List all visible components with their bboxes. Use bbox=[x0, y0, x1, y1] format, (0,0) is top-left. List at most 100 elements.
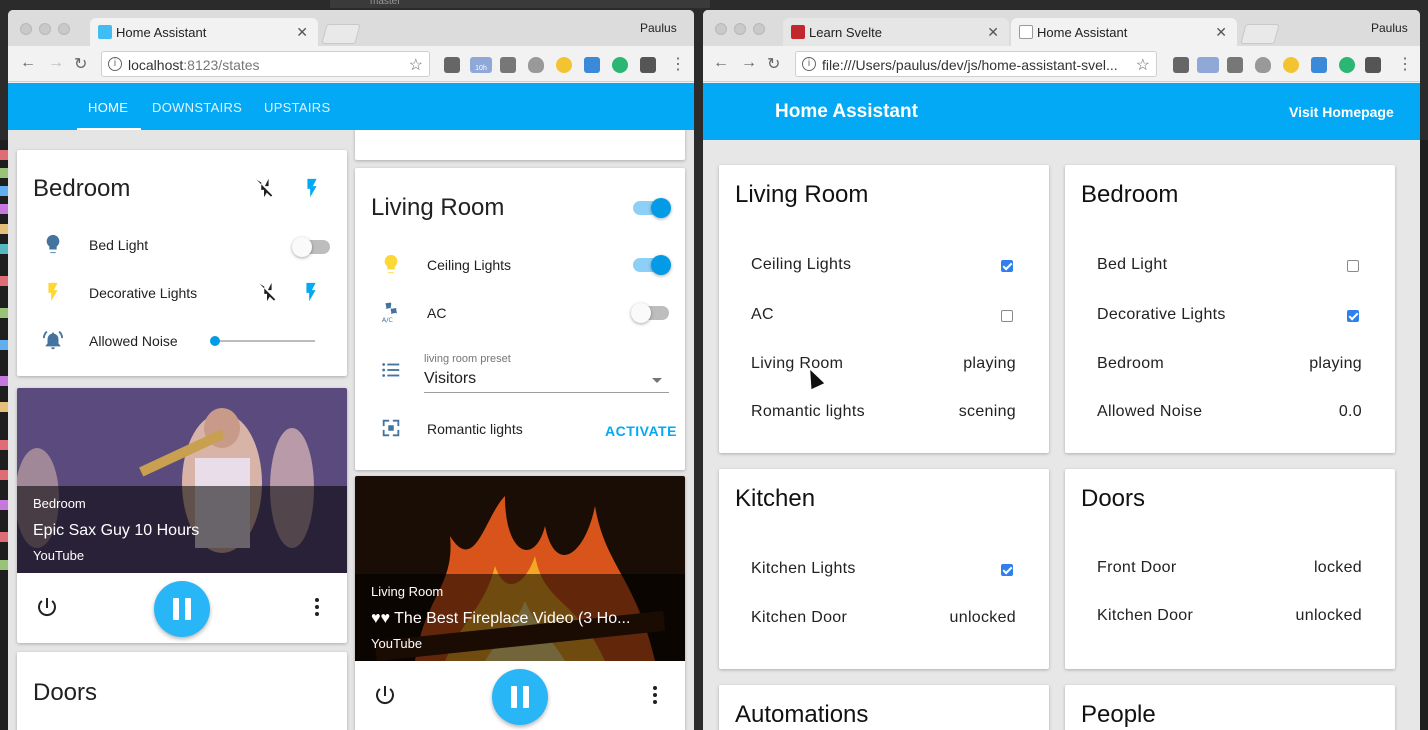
ac-label: AC bbox=[427, 305, 447, 321]
flash-on-icon[interactable] bbox=[300, 281, 322, 303]
ceiling-lights-label: Ceiling Lights bbox=[427, 257, 512, 273]
living-room-media-state: playing bbox=[963, 355, 1016, 372]
more-vert-icon[interactable] bbox=[643, 683, 667, 707]
left-browser-window: Home Assistant ✕ Paulus ← → ↻ i localhos… bbox=[8, 10, 694, 730]
media-title: ♥♥ The Best Fireplace Video (3 Ho... bbox=[371, 610, 631, 627]
window-controls[interactable] bbox=[715, 22, 772, 40]
document-favicon-icon bbox=[1019, 25, 1033, 39]
allowed-noise-slider[interactable] bbox=[214, 340, 315, 342]
visit-homepage-link[interactable]: Visit Homepage bbox=[1289, 104, 1394, 120]
svg-text:A/C: A/C bbox=[382, 316, 394, 323]
ac-toggle[interactable] bbox=[631, 303, 669, 323]
kitchen-lights-checkbox[interactable] bbox=[1001, 564, 1013, 576]
bookmark-star-icon[interactable]: ☆ bbox=[409, 55, 423, 75]
dropdown-caret-icon[interactable] bbox=[652, 378, 662, 383]
lightbulb-icon bbox=[46, 234, 60, 254]
bed-light-toggle[interactable] bbox=[292, 237, 330, 257]
reload-icon[interactable]: ↻ bbox=[74, 54, 87, 74]
close-tab-icon[interactable]: ✕ bbox=[987, 24, 999, 41]
flash-off-icon[interactable] bbox=[253, 177, 275, 199]
flash-on-icon[interactable] bbox=[301, 177, 323, 199]
allowed-noise-label: Allowed Noise bbox=[1097, 403, 1203, 420]
tab-learn-svelte[interactable]: Learn Svelte ✕ bbox=[783, 18, 1009, 46]
tab-home-assistant[interactable]: Home Assistant ✕ bbox=[90, 18, 318, 46]
profile-name[interactable]: Paulus bbox=[1371, 21, 1408, 35]
living-room-toggle[interactable] bbox=[633, 198, 671, 218]
shield-icon[interactable] bbox=[528, 57, 544, 73]
address-bar[interactable]: i localhost:8123/states ☆ bbox=[101, 51, 430, 77]
states-content: Bedroom Bed Light Decorative Lights Allo… bbox=[8, 130, 694, 730]
app-title: Home Assistant bbox=[775, 101, 918, 122]
tab-home[interactable]: HOME bbox=[88, 100, 128, 115]
bell-icon bbox=[42, 330, 64, 350]
card-title: Doors bbox=[1081, 485, 1146, 512]
check-icon[interactable] bbox=[640, 57, 656, 73]
doors-card: Doors Front Door locked Kitchen Door unl… bbox=[1065, 469, 1395, 669]
close-tab-icon[interactable]: ✕ bbox=[1215, 24, 1227, 41]
info-icon[interactable]: i bbox=[108, 57, 122, 71]
kitchen-card: Kitchen Kitchen Lights Kitchen Door unlo… bbox=[719, 469, 1049, 669]
browser-menu-icon[interactable]: ⋮ bbox=[1397, 54, 1413, 74]
tab-strip: Home Assistant ✕ Paulus bbox=[8, 10, 694, 46]
check-icon[interactable] bbox=[1365, 57, 1381, 73]
extension-icon[interactable] bbox=[444, 57, 460, 73]
tab-home-assistant[interactable]: Home Assistant ✕ bbox=[1011, 18, 1237, 46]
card-title: Living Room bbox=[735, 181, 869, 208]
shield-icon[interactable] bbox=[1255, 57, 1271, 73]
info-icon[interactable]: i bbox=[802, 57, 816, 71]
select-underline bbox=[424, 392, 669, 393]
ac-checkbox[interactable] bbox=[1001, 310, 1013, 322]
back-arrow-icon[interactable]: ← bbox=[713, 54, 729, 72]
activate-button[interactable]: ACTIVATE bbox=[605, 423, 677, 439]
bed-light-checkbox[interactable] bbox=[1347, 260, 1359, 272]
evernote-icon[interactable] bbox=[500, 57, 516, 73]
window-controls[interactable] bbox=[20, 22, 77, 40]
living-room-media-card: Living Room ♥♥ The Best Fireplace Video … bbox=[355, 476, 685, 730]
extension-icon[interactable] bbox=[1173, 57, 1189, 73]
back-arrow-icon[interactable]: ← bbox=[20, 54, 36, 72]
more-vert-icon[interactable] bbox=[305, 595, 329, 619]
lightbulb-icon bbox=[384, 254, 398, 274]
ceiling-lights-checkbox[interactable] bbox=[1001, 260, 1013, 272]
new-tab-button[interactable] bbox=[1240, 24, 1280, 44]
bookmark-star-icon[interactable]: ☆ bbox=[1136, 55, 1150, 75]
flash-off-icon[interactable] bbox=[256, 281, 278, 303]
power-icon[interactable] bbox=[35, 595, 59, 619]
power-icon[interactable] bbox=[373, 683, 397, 707]
decorative-lights-checkbox[interactable] bbox=[1347, 310, 1359, 322]
new-tab-button[interactable] bbox=[321, 24, 361, 44]
media-entity-name: Bedroom bbox=[33, 496, 86, 511]
pause-button[interactable] bbox=[154, 581, 210, 637]
preset-select[interactable]: Visitors bbox=[424, 370, 476, 388]
leaf-icon[interactable] bbox=[1339, 57, 1355, 73]
ceiling-lights-label: Ceiling Lights bbox=[751, 256, 852, 273]
tab-downstairs[interactable]: DOWNSTAIRS bbox=[152, 100, 242, 115]
address-bar[interactable]: i file:///Users/paulus/dev/js/home-assis… bbox=[795, 51, 1157, 77]
evernote-icon[interactable] bbox=[1227, 57, 1243, 73]
forward-arrow-icon[interactable]: → bbox=[48, 54, 64, 72]
media-entity-name: Living Room bbox=[371, 584, 444, 599]
tab-upstairs[interactable]: UPSTAIRS bbox=[264, 100, 330, 115]
card-title: Automations bbox=[735, 701, 869, 728]
pause-button[interactable] bbox=[492, 669, 548, 725]
profile-name[interactable]: Paulus bbox=[640, 21, 677, 35]
media-info-overlay: Bedroom Epic Sax Guy 10 Hours YouTube bbox=[17, 486, 347, 573]
leaf-icon[interactable] bbox=[612, 57, 628, 73]
extension-badge-icon[interactable] bbox=[584, 57, 600, 73]
emoji-icon[interactable] bbox=[1283, 57, 1299, 73]
allowed-noise-slider-knob[interactable] bbox=[210, 336, 220, 346]
extension-timer-icon[interactable] bbox=[1197, 57, 1219, 73]
format-list-bulleted-icon bbox=[382, 363, 400, 377]
background-window-titlebar: master bbox=[330, 0, 710, 8]
emoji-icon[interactable] bbox=[556, 57, 572, 73]
decorative-lights-label: Decorative Lights bbox=[89, 285, 198, 301]
browser-menu-icon[interactable]: ⋮ bbox=[670, 54, 686, 74]
forward-arrow-icon[interactable]: → bbox=[741, 54, 757, 72]
reload-icon[interactable]: ↻ bbox=[767, 54, 780, 74]
extension-timer-icon[interactable]: 10h bbox=[470, 57, 492, 73]
close-tab-icon[interactable]: ✕ bbox=[296, 24, 308, 41]
kitchen-lights-label: Kitchen Lights bbox=[751, 560, 856, 577]
ceiling-lights-toggle[interactable] bbox=[633, 255, 671, 275]
extension-badge-icon[interactable] bbox=[1311, 57, 1327, 73]
browser-toolbar: ← → ↻ i localhost:8123/states ☆ 10h ⋮ bbox=[8, 46, 694, 82]
